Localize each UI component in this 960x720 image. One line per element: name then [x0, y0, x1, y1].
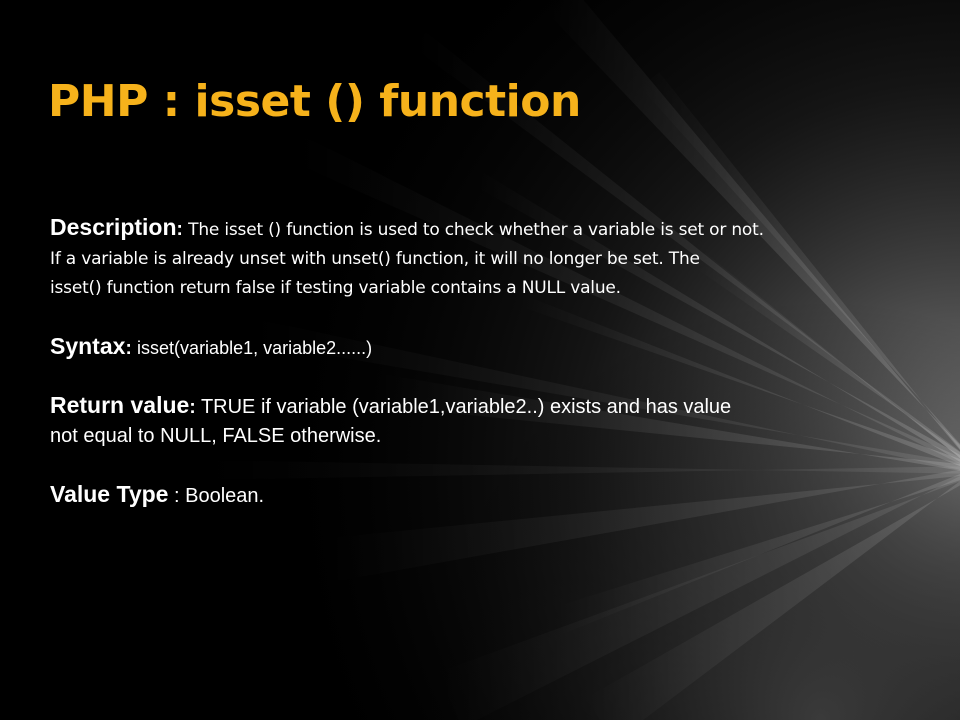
value-type-paragraph: Value Type : Boolean. [50, 481, 910, 511]
value-type-separator: : [168, 485, 186, 507]
syntax-text: isset(variable1, variable2......) [137, 338, 373, 358]
return-value-line-2: not equal to NULL, FALSE otherwise. [50, 425, 382, 447]
description-line-3: isset() function return false if testing… [50, 278, 621, 298]
syntax-label: Syntax [50, 333, 126, 359]
value-type-text: Boolean. [185, 485, 265, 507]
description-separator: : [176, 219, 189, 240]
syntax-separator: : [125, 338, 138, 359]
slide-body: Description: The isset () function is us… [50, 214, 910, 511]
return-value-separator: : [189, 397, 201, 418]
syntax-paragraph: Syntax: isset(variable1, variable2......… [50, 333, 910, 363]
slide-title: PHP : isset () function [48, 76, 581, 127]
description-line-2: If a variable is already unset with unse… [50, 249, 700, 269]
return-value-line-1: TRUE if variable (variable1,variable2..)… [200, 396, 732, 418]
description-label: Description [50, 214, 177, 240]
description-paragraph: Description: The isset () function is us… [50, 214, 910, 303]
return-value-label: Return value [50, 392, 190, 418]
slide: PHP : isset () function Description: The… [0, 0, 960, 720]
description-line-1: The isset () function is used to check w… [188, 220, 764, 240]
value-type-label: Value Type [50, 481, 169, 507]
return-value-paragraph: Return value: TRUE if variable (variable… [50, 392, 910, 451]
